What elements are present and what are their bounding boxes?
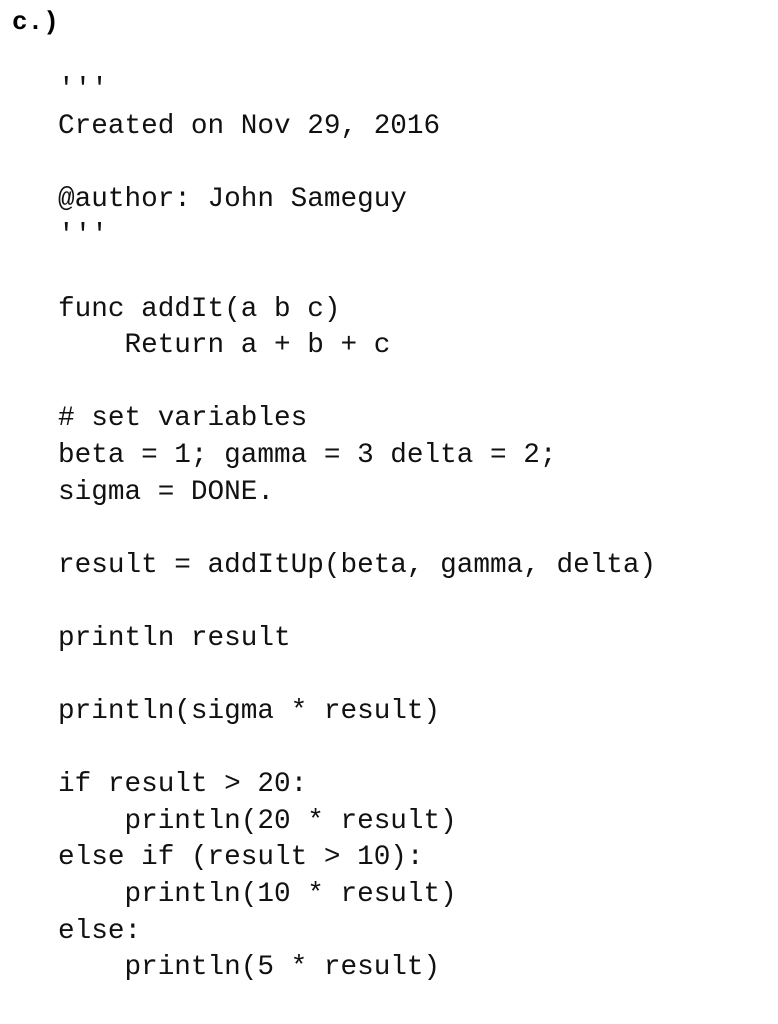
- code-line-println-10: println(10 * result): [58, 879, 457, 911]
- code-line-println-5: println(5 * result): [58, 952, 441, 984]
- code-line-docstring-open: ''': [58, 74, 108, 105]
- code-line-assign-sigma: sigma = DONE.: [58, 476, 274, 508]
- code-line-author: @author: John Sameguy: [58, 183, 407, 215]
- code-line-println-20: println(20 * result): [58, 805, 457, 837]
- code-line-comment: # set variables: [58, 403, 308, 435]
- code-line-return: Return a + b + c: [58, 330, 391, 362]
- code-line-else-if: else if (result > 10):: [58, 842, 424, 874]
- code-block: ''' Created on Nov 29, 2016 @author: John …: [58, 72, 656, 987]
- code-line-created: Created on Nov 29, 2016: [58, 110, 441, 142]
- code-line-println-result: println result: [58, 622, 291, 654]
- code-line-result: result = addItUp(beta, gamma, delta): [58, 549, 657, 581]
- code-line-assign-vars: beta = 1; gamma = 3 delta = 2;: [58, 439, 557, 471]
- code-line-else: else:: [58, 915, 142, 947]
- code-line-func-def: func addIt(a b c): [58, 293, 341, 325]
- code-line-docstring-close: ''': [58, 220, 108, 252]
- code-line-if: if result > 20:: [58, 769, 308, 801]
- question-label: c.): [12, 7, 59, 37]
- code-line-println-sigma: println(sigma * result): [58, 696, 441, 728]
